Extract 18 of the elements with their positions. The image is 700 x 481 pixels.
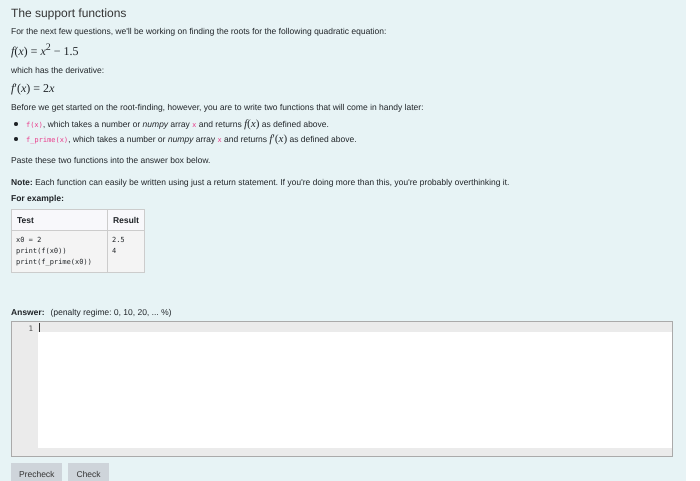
column-header: Test bbox=[12, 210, 108, 230]
derivative-equation: f′(x) = 2x bbox=[11, 81, 56, 96]
bullet-icon bbox=[14, 122, 18, 126]
question-title: The support functions bbox=[11, 6, 128, 20]
intro-text: For the next few questions, we'll be working on finding the roots for the following quadratic equation: bbox=[11, 26, 388, 36]
column-header: Result bbox=[108, 210, 144, 230]
equation: f(x) = x$^{2}$ − 1.5 bbox=[11, 42, 80, 59]
task-text: Before we get started on the root-finding, however, you are to write two functions that will come in handy later: bbox=[11, 102, 424, 112]
action-button[interactable]: Check bbox=[68, 463, 109, 481]
example-label: For example: bbox=[11, 193, 65, 203]
note-text: Note: Each function can easily be written using just a return statement. If you're doing more than this, you're probably overthinking it. bbox=[11, 177, 510, 187]
answer-label: Answer: bbox=[11, 307, 45, 317]
paste-text: Paste these two functions into the answer box below. bbox=[11, 155, 212, 165]
derivative-intro: which has the derivative: bbox=[11, 65, 106, 75]
penalty-text: (penalty regime: 0, 10, 20, ... %) bbox=[50, 307, 172, 317]
text-cursor bbox=[39, 323, 40, 332]
bullet-icon bbox=[14, 137, 18, 141]
action-button[interactable]: Precheck bbox=[11, 463, 62, 481]
